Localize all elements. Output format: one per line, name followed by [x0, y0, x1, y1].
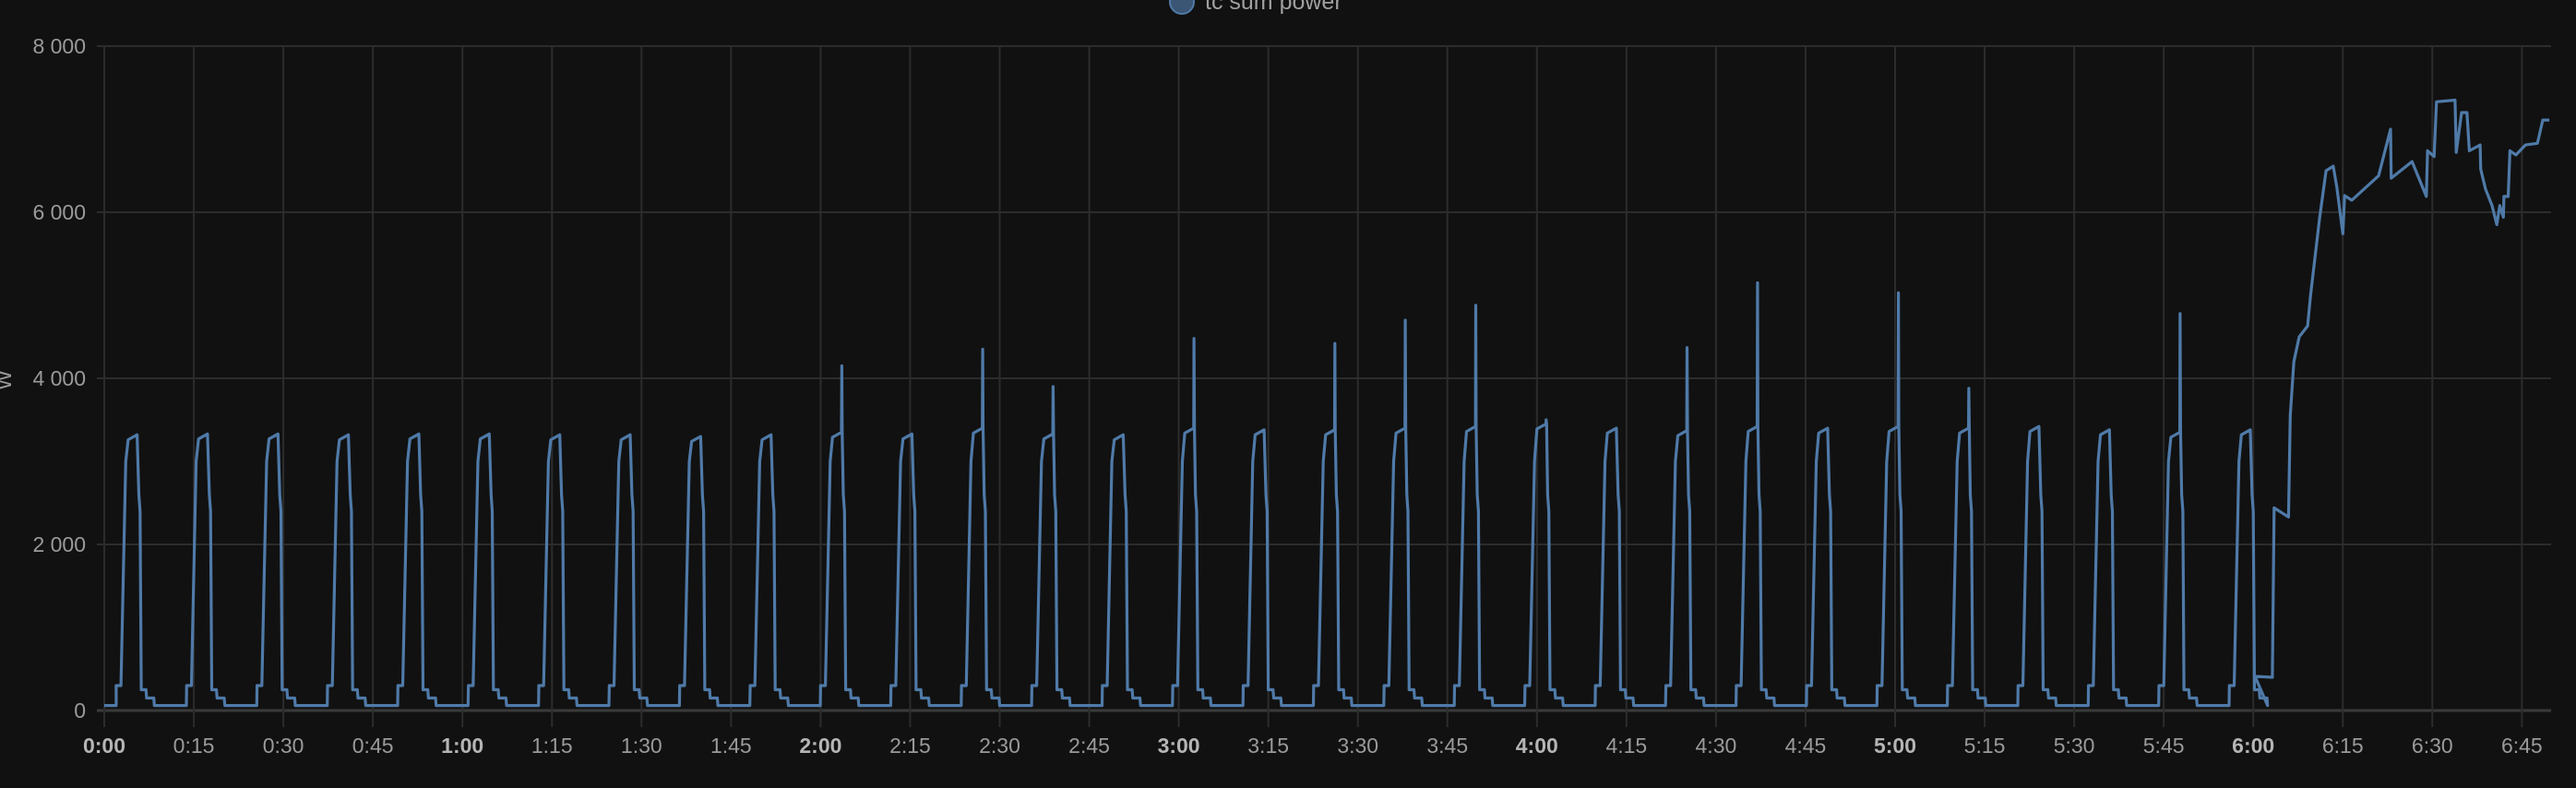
x-tick-label: 5:30	[2054, 734, 2095, 758]
x-tick-label: 6:15	[2322, 734, 2364, 758]
legend-item[interactable]: tc sum power	[1169, 0, 1342, 15]
x-tick-label: 6:45	[2501, 734, 2543, 758]
x-tick-label: 3:15	[1247, 734, 1289, 758]
y-tick-label: 8 000	[32, 34, 86, 58]
y-tick-label: 6 000	[32, 200, 86, 224]
x-tick-label: 6:30	[2412, 734, 2453, 758]
x-tick-label: 1:45	[710, 734, 752, 758]
x-tick-label: 1:15	[531, 734, 573, 758]
x-tick-label: 5:00	[1874, 734, 1916, 758]
x-tick-label: 0:45	[352, 734, 394, 758]
tick-layer: 0 2 000 4 000 6 000 8 000 0:00 0:15 0:30 0:45 1:0…	[32, 34, 2542, 758]
x-tick-label: 2:15	[889, 734, 931, 758]
x-tick-label: 3:00	[1158, 734, 1200, 758]
x-tick-label: 6:00	[2232, 734, 2274, 758]
x-tick-label: 1:00	[441, 734, 483, 758]
series-layer	[104, 98, 2550, 708]
x-tick-label: 3:45	[1426, 734, 1468, 758]
x-tick-label: 2:30	[979, 734, 1020, 758]
x-tick-label: 4:30	[1696, 734, 1737, 758]
legend-marker-icon[interactable]	[1169, 0, 1195, 15]
x-tick-label: 5:45	[2143, 734, 2185, 758]
x-tick-label: 0:30	[263, 734, 304, 758]
series-line-tc-sum-power	[104, 98, 2550, 708]
y-tick-label: 4 000	[32, 366, 86, 390]
x-tick-label: 0:15	[173, 734, 215, 758]
power-chart: 0 2 000 4 000 6 000 8 000 0:00 0:15 0:30 0:45 1:0…	[0, 0, 2551, 758]
x-tick-label: 4:00	[1516, 734, 1558, 758]
y-axis-label: W	[0, 370, 16, 390]
x-tick-label: 1:30	[621, 734, 662, 758]
x-tick-label: 4:15	[1605, 734, 1647, 758]
legend-label[interactable]: tc sum power	[1205, 0, 1342, 15]
x-tick-label: 3:30	[1337, 734, 1378, 758]
x-tick-label: 4:45	[1785, 734, 1827, 758]
x-tick-label: 0:00	[83, 734, 125, 758]
x-tick-label: 2:45	[1068, 734, 1110, 758]
y-tick-label: 0	[74, 698, 86, 722]
y-tick-label: 2 000	[32, 532, 86, 556]
x-tick-label: 2:00	[799, 734, 841, 758]
x-tick-label: 5:15	[1964, 734, 2006, 758]
